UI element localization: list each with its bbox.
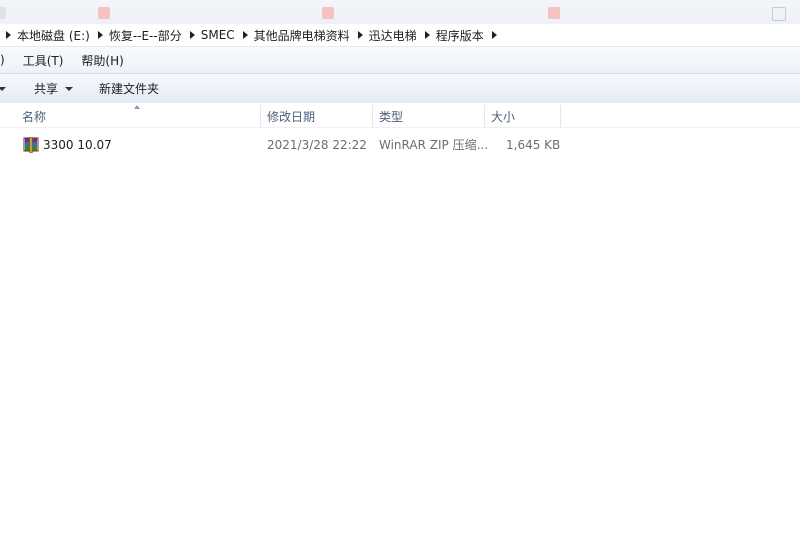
chevron-down-icon — [65, 86, 74, 91]
command-toolbar: 共享 新建文件夹 — [0, 74, 800, 104]
breadcrumb-item[interactable]: 程序版本 — [436, 27, 484, 44]
column-divider[interactable] — [372, 105, 373, 127]
file-type: WinRAR ZIP 压缩... — [379, 138, 489, 152]
window-top-strip — [0, 0, 800, 25]
breadcrumb-item[interactable]: SMEC — [201, 28, 235, 42]
breadcrumb-item[interactable]: 迅达电梯 — [369, 27, 417, 44]
new-folder-button[interactable]: 新建文件夹 — [99, 80, 159, 97]
breadcrumb-separator-icon[interactable] — [97, 31, 103, 39]
column-header-name[interactable]: 名称 — [22, 103, 46, 127]
sort-ascending-icon — [134, 105, 140, 109]
breadcrumb-separator-icon[interactable] — [424, 31, 430, 39]
column-header-type[interactable]: 类型 — [379, 103, 403, 127]
column-divider[interactable] — [260, 105, 261, 127]
file-size: 1,645 KB — [506, 138, 561, 152]
file-row[interactable]: 3300 10.07 2021/3/28 22:22 WinRAR ZIP 压缩… — [0, 133, 800, 155]
menu-bar: ) 工具(T) 帮助(H) — [0, 47, 800, 74]
chevron-down-icon[interactable] — [0, 86, 6, 91]
ghost-tab-icon — [772, 7, 786, 21]
winrar-archive-icon — [23, 137, 39, 153]
breadcrumb-separator-icon — [6, 31, 11, 39]
breadcrumb-item[interactable]: 其他品牌电梯资料 — [254, 27, 350, 44]
breadcrumb-separator-icon[interactable] — [242, 31, 248, 39]
file-modified: 2021/3/28 22:22 — [267, 138, 367, 152]
breadcrumb[interactable]: 本地磁盘 (E:) 恢复--E--部分 SMEC 其他品牌电梯资料 迅达电梯 程… — [0, 24, 800, 47]
share-button-label: 共享 — [34, 82, 59, 96]
breadcrumb-item[interactable]: 本地磁盘 (E:) — [17, 27, 90, 44]
column-header-modified[interactable]: 修改日期 — [267, 103, 315, 127]
breadcrumb-separator-icon[interactable] — [189, 31, 195, 39]
column-divider[interactable] — [484, 105, 485, 127]
column-header-size[interactable]: 大小 — [491, 103, 515, 127]
breadcrumb-separator-icon[interactable] — [357, 31, 363, 39]
menu-view-partial[interactable]: ) — [0, 53, 14, 67]
column-divider[interactable] — [560, 105, 561, 127]
breadcrumb-item[interactable]: 恢复--E--部分 — [109, 27, 182, 44]
file-name[interactable]: 3300 10.07 — [43, 133, 112, 155]
new-folder-button-label: 新建文件夹 — [99, 82, 160, 96]
share-button[interactable]: 共享 — [34, 80, 74, 97]
menu-help[interactable]: 帮助(H) — [72, 52, 132, 69]
column-header-row: 名称 修改日期 类型 大小 — [0, 103, 800, 128]
breadcrumb-separator-icon[interactable] — [491, 31, 497, 39]
menu-tools[interactable]: 工具(T) — [14, 52, 73, 69]
